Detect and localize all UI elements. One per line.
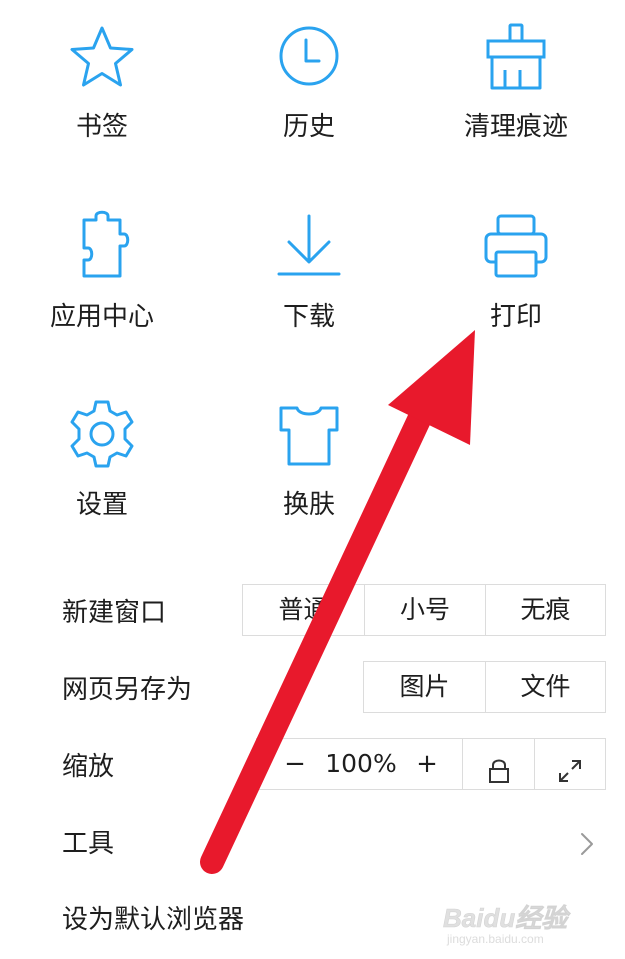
- zoom-controls: − 100% +: [256, 738, 606, 790]
- tile-download-label: 下载: [282, 302, 335, 332]
- puzzle-icon: [66, 210, 138, 282]
- save-as-file-button[interactable]: 文件: [485, 662, 605, 712]
- tile-skin-label: 换肤: [282, 490, 335, 520]
- lock-icon: [487, 751, 511, 783]
- expand-icon: [557, 751, 583, 782]
- save-page-as-options: 图片 文件: [363, 661, 606, 713]
- new-window-incognito-button[interactable]: 无痕: [485, 585, 605, 635]
- tile-skin[interactable]: 换肤: [229, 398, 389, 548]
- zoom-level: 100%: [325, 749, 397, 778]
- chevron-right-icon: [576, 829, 598, 859]
- tshirt-icon: [273, 398, 345, 470]
- tile-history-label: 历史: [282, 112, 335, 142]
- fullscreen-button[interactable]: [534, 739, 605, 789]
- tile-app-center-label: 应用中心: [49, 302, 154, 332]
- new-window-small-button[interactable]: 小号: [364, 585, 485, 635]
- star-icon: [66, 22, 138, 94]
- clock-icon: [273, 22, 345, 94]
- save-page-as-label: 网页另存为: [62, 675, 193, 705]
- tile-history[interactable]: 历史: [229, 22, 389, 172]
- new-window-normal-button[interactable]: 普通: [243, 585, 364, 635]
- gear-icon: [66, 398, 138, 470]
- tile-app-center[interactable]: 应用中心: [22, 210, 182, 360]
- zoom-in-button[interactable]: +: [409, 739, 445, 789]
- download-icon: [273, 210, 345, 282]
- tile-clear-traces[interactable]: 清理痕迹: [436, 22, 596, 172]
- baidu-jingyan-watermark: Baidu经验 jingyan.baidu.com: [443, 899, 603, 947]
- tile-download[interactable]: 下载: [229, 210, 389, 360]
- zoom-out-button[interactable]: −: [277, 739, 313, 789]
- printer-icon: [480, 210, 552, 282]
- svg-text:Baidu经验: Baidu经验: [443, 903, 571, 933]
- tile-bookmarks[interactable]: 书签: [22, 22, 182, 172]
- zoom-label: 缩放: [62, 752, 115, 782]
- tile-print-label: 打印: [489, 302, 542, 332]
- tile-settings[interactable]: 设置: [22, 398, 182, 548]
- new-window-label: 新建窗口: [62, 598, 167, 628]
- tools-row[interactable]: 工具: [40, 816, 610, 872]
- tile-clear-traces-label: 清理痕迹: [463, 112, 568, 142]
- new-window-options: 普通 小号 无痕: [242, 584, 606, 636]
- svg-text:jingyan.baidu.com: jingyan.baidu.com: [446, 932, 544, 946]
- tile-settings-label: 设置: [75, 490, 128, 520]
- tile-print[interactable]: 打印: [436, 210, 596, 360]
- broom-icon: [480, 22, 552, 94]
- set-default-browser[interactable]: 设为默认浏览器: [62, 905, 244, 935]
- save-as-image-button[interactable]: 图片: [364, 662, 485, 712]
- tile-bookmarks-label: 书签: [75, 112, 128, 142]
- tools-label: 工具: [62, 829, 115, 859]
- zoom-lock-button[interactable]: [462, 739, 534, 789]
